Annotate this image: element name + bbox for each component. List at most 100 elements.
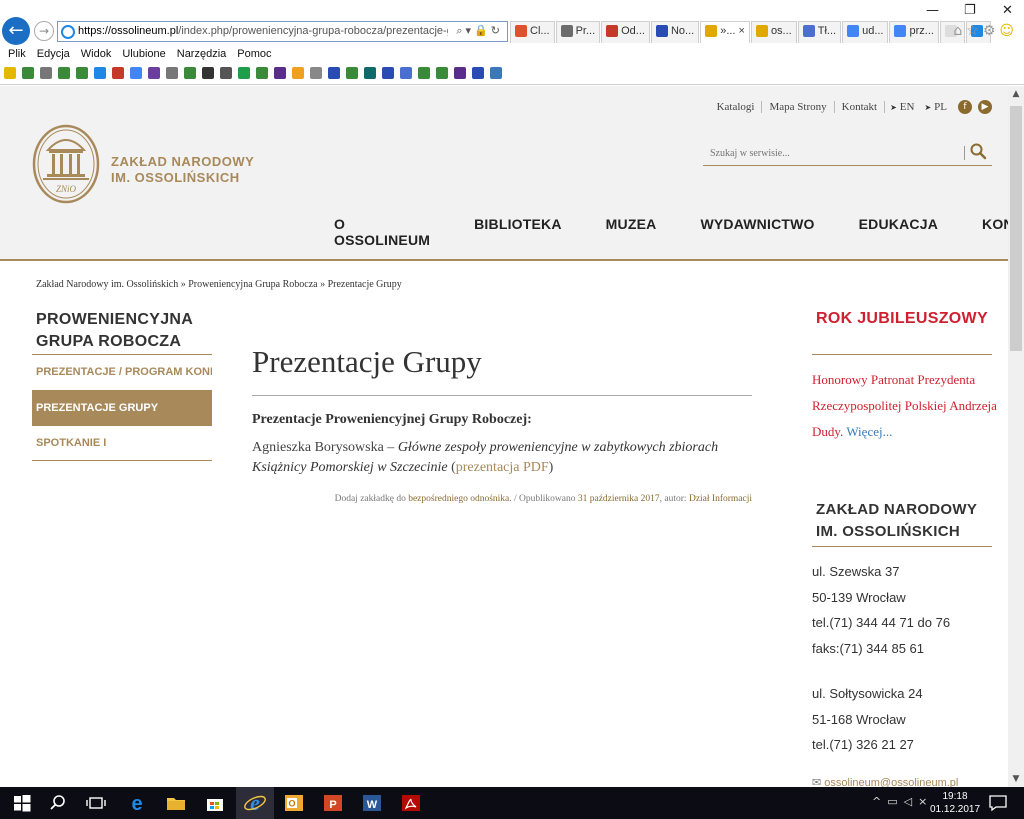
sidebar-item-prezentacje-grupy[interactable]: PREZENTACJE GRUPY [32,391,212,426]
browser-tab[interactable]: Tł... [797,21,842,43]
nav-kontakt[interactable]: KONTAKT [982,216,1008,248]
favorite-shortcut-icon[interactable] [22,67,34,79]
home-icon[interactable]: ⌂ [953,23,966,39]
nav-muzea[interactable]: MUZEA [606,216,657,248]
notifications-icon[interactable] [986,791,1010,815]
menu-item[interactable]: Ulubione [122,48,165,60]
forward-button[interactable]: → [34,21,54,41]
search-input[interactable] [703,144,958,162]
toplink-katalogi[interactable]: Katalogi [710,101,763,113]
breadcrumb[interactable]: Zakład Narodowy im. Ossolińskich » Prowe… [36,279,402,290]
nav-edukacja[interactable]: EDUKACJA [859,216,938,248]
favorite-shortcut-icon[interactable] [346,67,358,79]
smiley-feedback-icon[interactable]: ☺ [999,23,1018,39]
favorite-shortcut-icon[interactable] [256,67,268,79]
favorite-shortcut-icon[interactable] [490,67,502,79]
search-icon[interactable] [969,142,987,160]
browser-tab[interactable]: Pr... [555,21,601,43]
youtube-icon[interactable]: ▶ [978,100,992,114]
edge-browser-icon[interactable]: e [125,791,149,815]
toplink-kontakt[interactable]: Kontakt [835,101,886,113]
language-pl-link[interactable]: PL [919,101,952,113]
browser-tab[interactable]: os... [750,21,797,43]
publish-date-link[interactable]: 31 października 2017 [578,494,660,504]
jubilee-more-link[interactable]: Więcej... [846,424,892,439]
menu-item[interactable]: Narzędzia [177,48,227,60]
browser-tab[interactable]: Od... [601,21,650,43]
system-clock[interactable]: 19:18 01.12.2017 [930,790,980,816]
search-dropdown-icon[interactable]: ⌕▾ [456,24,474,37]
browser-tab[interactable]: ud... [842,21,889,43]
favorite-shortcut-icon[interactable] [4,67,16,79]
favorite-shortcut-icon[interactable] [112,67,124,79]
nav-wydawnictwo[interactable]: WYDAWNICTWO [700,216,814,248]
favorite-shortcut-icon[interactable] [76,67,88,79]
browser-tab[interactable]: »... × [700,21,750,43]
favorite-shortcut-icon[interactable] [166,67,178,79]
sidebar-item-spotkanie-i[interactable]: SPOTKANIE I [32,426,212,461]
favorite-shortcut-icon[interactable] [454,67,466,79]
pdf-presentation-link[interactable]: prezentacja PDF [456,460,549,475]
favorite-shortcut-icon[interactable] [400,67,412,79]
favorite-shortcut-icon[interactable] [58,67,70,79]
nav-o-ossolineum[interactable]: O OSSOLINEUM [334,216,430,248]
permalink-link[interactable]: bezpośredniego odnośnika [408,494,509,504]
volume-icon[interactable]: ◁× [904,795,934,808]
favorite-shortcut-icon[interactable] [148,67,160,79]
language-en-link[interactable]: EN [885,101,919,113]
favorite-shortcut-icon[interactable] [418,67,430,79]
facebook-icon[interactable]: f [958,100,972,114]
favorite-shortcut-icon[interactable] [220,67,232,79]
browser-tab[interactable]: Cl... [510,21,555,43]
task-view-icon[interactable] [84,791,108,815]
nav-biblioteka[interactable]: BIBLIOTEKA [474,216,562,248]
menu-item[interactable]: Plik [8,48,26,60]
network-icon[interactable]: ▭ [887,795,903,808]
favorite-shortcut-icon[interactable] [382,67,394,79]
scroll-down-arrow-icon[interactable]: ▼ [1008,771,1024,787]
favorite-shortcut-icon[interactable] [328,67,340,79]
email-link[interactable]: ossolineum@ossolineum.pl [824,777,958,787]
author-link[interactable]: Dział Informacji [689,494,752,504]
menu-item[interactable]: Pomoc [237,48,271,60]
menu-item[interactable]: Edycja [37,48,70,60]
tab-close-icon[interactable]: × [739,25,745,37]
browser-tab[interactable]: prz... [889,21,939,43]
favorite-shortcut-icon[interactable] [274,67,286,79]
favorite-shortcut-icon[interactable] [184,67,196,79]
favorite-shortcut-icon[interactable] [364,67,376,79]
favorite-shortcut-icon[interactable] [202,67,214,79]
browser-tab[interactable]: No... [650,21,700,43]
page-scrollbar[interactable]: ▲ ▼ [1008,86,1024,787]
favorite-shortcut-icon[interactable] [94,67,106,79]
windows-start-icon[interactable] [10,791,34,815]
logo-text[interactable]: ZAKŁAD NARODOWY IM. OSSOLIŃSKICH [111,154,254,186]
jubilee-title[interactable]: ROK JUBILEUSZOWY [816,310,988,328]
outlook-icon[interactable]: O [282,791,306,815]
settings-gear-icon[interactable]: ⚙ [983,23,1000,39]
search-icon[interactable] [46,791,70,815]
toplink-mapa-strony[interactable]: Mapa Strony [762,101,835,113]
favorite-shortcut-icon[interactable] [130,67,142,79]
word-icon[interactable]: W [360,791,384,815]
favorite-shortcut-icon[interactable] [472,67,484,79]
favorite-shortcut-icon[interactable] [40,67,52,79]
store-icon[interactable] [203,791,227,815]
lock-icon[interactable]: 🔒 [474,24,491,37]
ossolineum-logo[interactable]: ZNiO [32,124,100,204]
address-url[interactable]: https://ossolineum.pl/index.php/prowenie… [78,25,448,37]
back-button[interactable]: ← [2,17,30,45]
tray-chevron-icon[interactable]: ^ [872,795,887,808]
address-bar[interactable]: https://ossolineum.pl/index.php/prowenie… [57,21,508,42]
sidebar-item-prezentacje-program[interactable]: PREZENTACJE / PROGRAM KONF... [32,355,212,390]
refresh-icon[interactable]: ↻ [491,24,503,37]
powerpoint-icon[interactable]: P [321,791,345,815]
favorite-shortcut-icon[interactable] [238,67,250,79]
internet-explorer-icon[interactable]: e [243,791,267,815]
acrobat-icon[interactable] [399,791,423,815]
menu-item[interactable]: Widok [81,48,112,60]
favorite-shortcut-icon[interactable] [292,67,304,79]
file-explorer-icon[interactable] [164,791,188,815]
favorites-star-icon[interactable]: ☆ [966,23,983,39]
scroll-up-arrow-icon[interactable]: ▲ [1008,86,1024,102]
